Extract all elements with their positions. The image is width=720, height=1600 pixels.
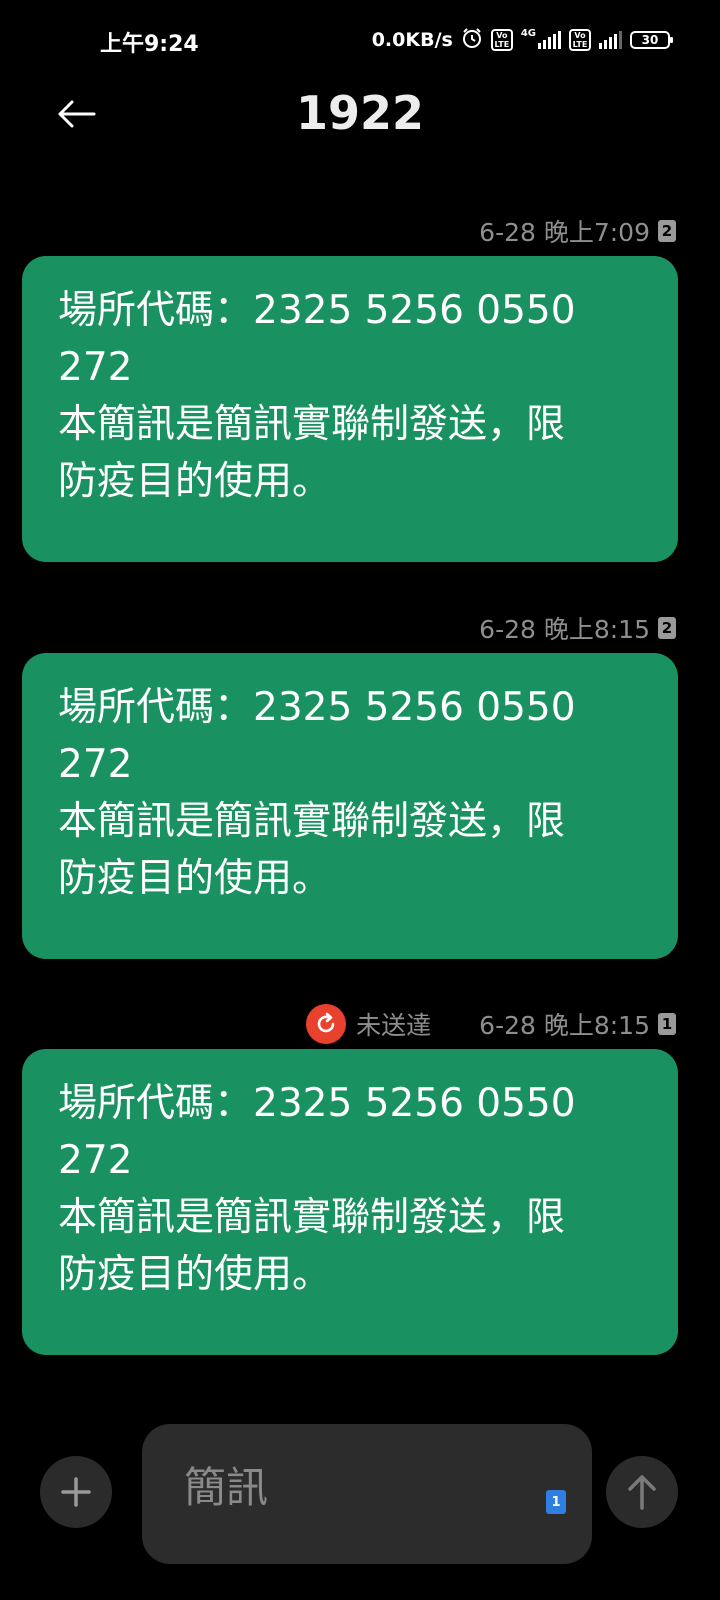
add-attachment-button[interactable]: [40, 1456, 112, 1528]
conversation-header: 1922: [0, 80, 720, 150]
failed-status[interactable]: 未送達: [306, 1004, 431, 1044]
failed-label: 未送達: [356, 1011, 432, 1040]
message-timestamp: 6-28 晚上8:15: [479, 1011, 650, 1040]
message-text: 場所代碼：2325 5256 0550 272 本簡訊是簡訊實聯制發送，限 防疫…: [58, 288, 576, 504]
conversation-title: 1922: [295, 86, 425, 140]
signal-icon-2: [599, 31, 622, 49]
message-bubble[interactable]: 場所代碼：2325 5256 0550 272 本簡訊是簡訊實聯制發送，限 防疫…: [22, 653, 678, 959]
composer: 簡訊 1: [0, 1420, 720, 1564]
plus-icon: [61, 1477, 91, 1507]
sim-icon: 2: [658, 617, 676, 639]
message-timestamp: 6-28 晚上8:15: [479, 615, 650, 644]
status-icons: 0.0KB/s Vo LTE 4G Vo LTE 30: [371, 27, 673, 53]
signal-icon: [538, 31, 561, 49]
alarm-icon: [461, 27, 483, 53]
message-text: 場所代碼：2325 5256 0550 272 本簡訊是簡訊實聯制發送，限 防疫…: [58, 1081, 576, 1297]
arrow-up-icon: [628, 1475, 656, 1510]
message-meta: 6-28 晚上7:09 2: [479, 214, 676, 248]
volte-icon-2: Vo LTE: [569, 29, 591, 51]
sim-icon: 2: [658, 220, 676, 242]
message-meta: 未送達 6-28 晚上8:15 1: [306, 1004, 676, 1044]
message-timestamp: 6-28 晚上7:09: [479, 218, 650, 247]
net-speed: 0.0KB/s: [371, 29, 453, 51]
message-input[interactable]: 簡訊 1: [142, 1424, 592, 1564]
battery-icon: 30: [630, 31, 673, 49]
retry-icon[interactable]: [306, 1004, 347, 1044]
volte-icon: Vo LTE: [490, 29, 513, 51]
message-bubble[interactable]: 場所代碼：2325 5256 0550 272 本簡訊是簡訊實聯制發送，限 防疫…: [22, 256, 678, 562]
status-time: 上午9:24: [100, 32, 199, 57]
message-text: 場所代碼：2325 5256 0550 272 本簡訊是簡訊實聯制發送，限 防疫…: [58, 685, 576, 901]
message-input-placeholder: 簡訊: [184, 1463, 269, 1512]
sim-icon: 1: [658, 1013, 676, 1035]
network-type-label: 4G: [520, 28, 536, 39]
message-meta: 6-28 晚上8:15 2: [479, 611, 676, 645]
send-button[interactable]: [606, 1456, 678, 1528]
status-bar: 上午9:24 0.0KB/s Vo LTE 4G Vo LTE 30: [0, 0, 720, 80]
sim-select-icon[interactable]: 1: [546, 1490, 566, 1514]
message-bubble[interactable]: 場所代碼：2325 5256 0550 272 本簡訊是簡訊實聯制發送，限 防疫…: [22, 1049, 678, 1355]
